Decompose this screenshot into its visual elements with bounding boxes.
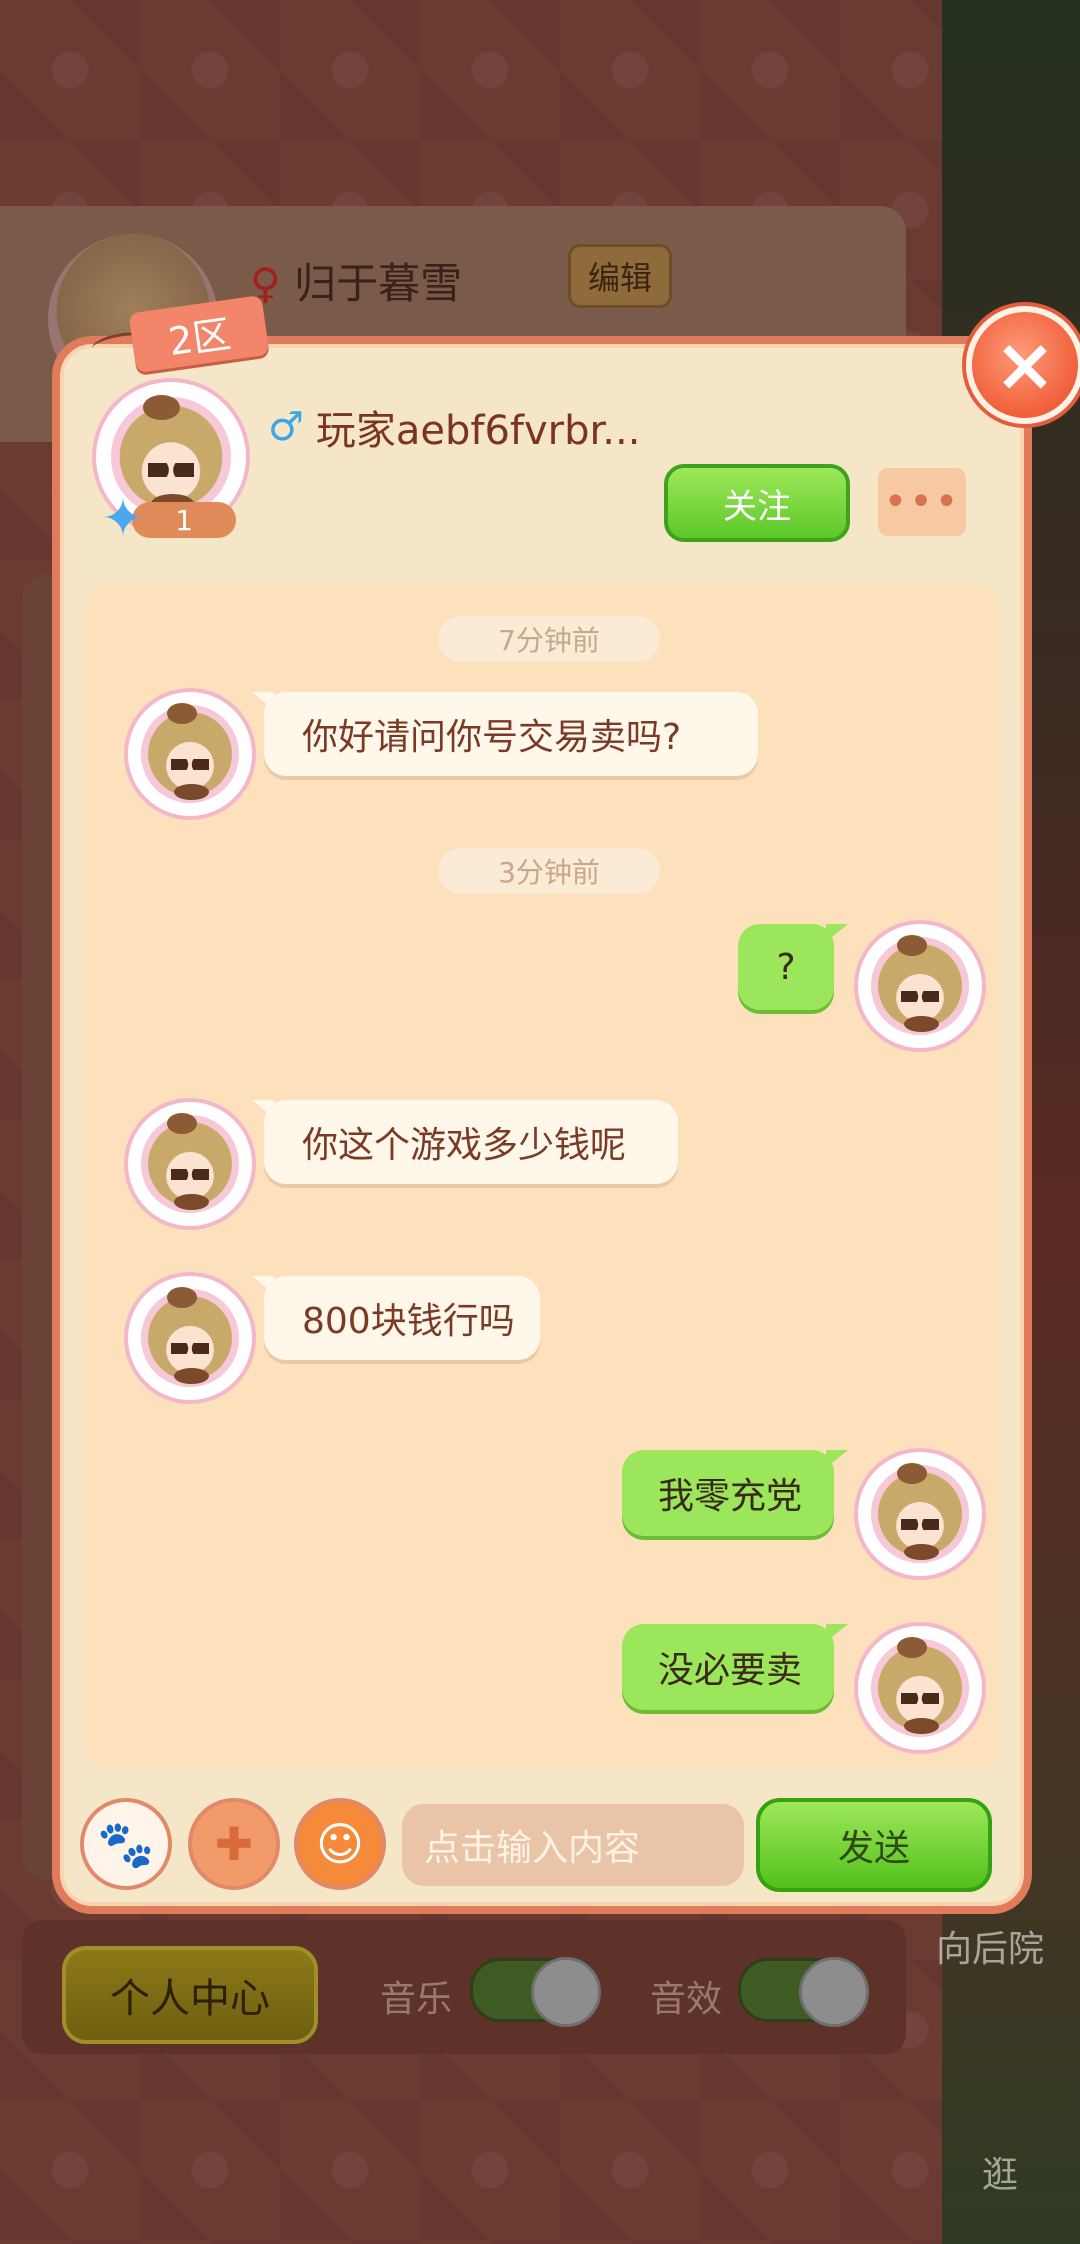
close-icon: × [993, 322, 1056, 408]
self-message-avatar[interactable] [858, 1452, 982, 1576]
message-bubble-peer[interactable]: 你这个游戏多少钱呢 [252, 1100, 678, 1184]
personal-center-button: 个人中心 [62, 1946, 318, 2044]
puzzle-icon: ✚ [214, 1817, 254, 1871]
message-bubble-peer[interactable]: 800块钱行吗 [252, 1276, 540, 1360]
message-bubble-peer[interactable]: 你好请问你号交易卖吗? [252, 692, 758, 776]
side-label: 向后院 [936, 1929, 1045, 1970]
self-message-avatar[interactable] [858, 1626, 982, 1750]
message-bubble-self[interactable]: 没必要卖 [622, 1624, 848, 1710]
more-options-button[interactable]: ••• [878, 468, 966, 536]
peer-name: ♂ 玩家aebf6fvrbr... [268, 404, 641, 454]
puzzle-button[interactable]: ✚ [188, 1798, 280, 1890]
male-icon: ♂ [268, 404, 304, 450]
send-button[interactable]: 发送 [756, 1798, 992, 1892]
timestamp: 3分钟前 [438, 848, 660, 894]
follow-button[interactable]: 关注 [664, 464, 850, 542]
edit-button-bg: 编辑 [568, 244, 672, 308]
close-button[interactable]: × [966, 306, 1080, 424]
star-icon: ✦ [101, 489, 145, 549]
message-input[interactable]: 点击输入内容 [402, 1804, 744, 1886]
emoji-button[interactable]: ☺ [294, 1798, 386, 1890]
sfx-toggle [738, 1957, 869, 2027]
side-label: 逛 [982, 2155, 1019, 2196]
user-name-bg: ♀ 归于暮雪 [250, 259, 463, 308]
sfx-label: 音效 [650, 1979, 723, 2020]
paw-icon: 🐾 [97, 1816, 155, 1871]
peer-message-avatar[interactable] [128, 692, 252, 816]
smiley-icon: ☺ [316, 1817, 364, 1871]
music-toggle [470, 1957, 601, 2027]
more-icon: ••• [883, 479, 961, 525]
message-bubble-self[interactable]: ? [738, 924, 848, 1010]
self-message-avatar[interactable] [858, 924, 982, 1048]
timestamp: 7分钟前 [438, 616, 660, 662]
peer-message-avatar[interactable] [128, 1276, 252, 1400]
peer-message-avatar[interactable] [128, 1102, 252, 1226]
message-bubble-self[interactable]: 我零充党 [622, 1450, 848, 1536]
paw-button[interactable]: 🐾 [80, 1798, 172, 1890]
music-label: 音乐 [380, 1979, 453, 2020]
